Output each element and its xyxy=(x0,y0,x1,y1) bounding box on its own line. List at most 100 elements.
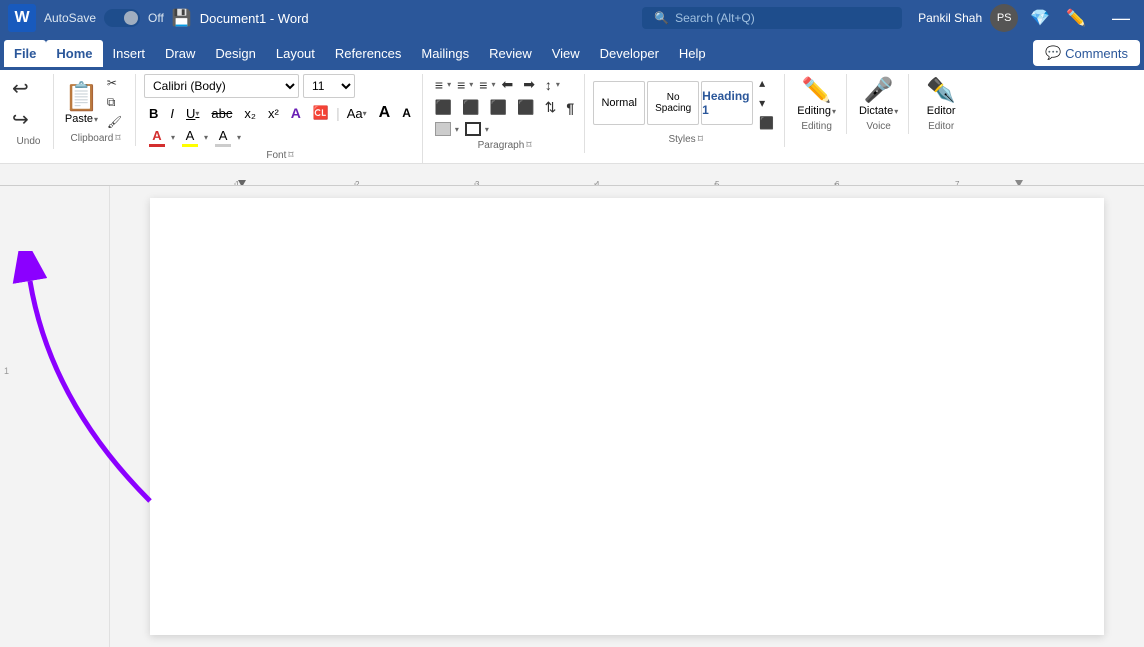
increase-indent-button[interactable]: ➡ xyxy=(519,74,539,95)
user-avatar[interactable]: PS xyxy=(990,4,1018,32)
shading-dropdown[interactable]: ▾ xyxy=(237,133,241,142)
paragraph-expand-icon[interactable]: ⌑ xyxy=(526,140,531,151)
clear-formatting-button[interactable]: 🆑 xyxy=(308,102,334,124)
undo-group-label: Undo xyxy=(17,136,41,147)
minimize-button[interactable]: — xyxy=(1106,8,1136,29)
highlight-button[interactable]: A xyxy=(177,126,203,148)
dictate-dropdown-arrow[interactable]: ▾ xyxy=(894,107,898,116)
italic-button[interactable]: I xyxy=(165,102,179,124)
borders-dropdown[interactable]: ▾ xyxy=(485,125,489,134)
shading-para-dropdown[interactable]: ▾ xyxy=(455,125,459,134)
editing-label: Editing ▾ xyxy=(797,105,836,117)
shading-color-button[interactable]: A xyxy=(210,126,236,148)
show-hide-button[interactable]: ¶ xyxy=(562,98,578,118)
subscript-button[interactable]: x₂ xyxy=(239,102,261,124)
bullets-dropdown[interactable]: ▾ xyxy=(447,80,451,89)
autosave-toggle[interactable] xyxy=(104,9,140,27)
editor-label: Editor xyxy=(927,105,956,117)
align-center-button[interactable]: ⬛ xyxy=(458,97,483,118)
multilevel-dropdown[interactable]: ▾ xyxy=(491,80,495,89)
dictate-icon: 🎤 xyxy=(864,76,894,105)
document-area: 1 2 xyxy=(0,186,1144,647)
menu-draw[interactable]: Draw xyxy=(155,40,205,67)
copy-button[interactable]: ⧉ xyxy=(103,93,126,112)
sort-button[interactable]: ⇅ xyxy=(541,97,561,118)
shrink-font-button[interactable]: A xyxy=(397,102,416,124)
menu-developer[interactable]: Developer xyxy=(590,40,669,67)
paste-button[interactable]: 📋 Paste ▾ xyxy=(62,78,101,127)
format-painter-button[interactable]: 🖌 xyxy=(103,113,126,131)
justify-button[interactable]: ⬛ xyxy=(513,97,538,118)
menu-references[interactable]: References xyxy=(325,40,411,67)
multilevel-button[interactable]: ≡ xyxy=(475,75,491,95)
style-heading1[interactable]: Heading 1 xyxy=(701,81,753,125)
bullets-button[interactable]: ≡ xyxy=(431,75,447,95)
style-no-spacing[interactable]: No Spacing xyxy=(647,81,699,125)
paste-dropdown-arrow[interactable]: ▾ xyxy=(94,115,98,124)
font-family-select[interactable]: Calibri (Body) xyxy=(144,74,299,98)
style-normal[interactable]: Normal xyxy=(593,81,645,125)
numbering-button[interactable]: ≡ xyxy=(453,75,469,95)
menu-view[interactable]: View xyxy=(542,40,590,67)
menu-insert[interactable]: Insert xyxy=(103,40,156,67)
paste-label: Paste ▾ xyxy=(65,113,98,125)
styles-down-button[interactable]: ▾ xyxy=(755,94,778,112)
clipboard-expand-icon[interactable]: ⌑ xyxy=(115,133,120,144)
diamond-icon[interactable]: 💎 xyxy=(1026,8,1054,28)
dictate-button[interactable]: 🎤 Dictate ▾ xyxy=(855,74,902,119)
document-page[interactable] xyxy=(150,198,1104,635)
menu-mailings[interactable]: Mailings xyxy=(411,40,479,67)
redo-button[interactable]: ↪ xyxy=(10,105,31,134)
font-color-dropdown[interactable]: ▾ xyxy=(171,133,175,142)
highlight-dropdown[interactable]: ▾ xyxy=(204,133,208,142)
grow-font-button[interactable]: A xyxy=(374,102,396,124)
menu-help[interactable]: Help xyxy=(669,40,716,67)
comments-button[interactable]: 💬 Comments xyxy=(1033,40,1140,66)
save-icon[interactable]: 💾 xyxy=(172,8,192,28)
editor-button[interactable]: ✒️ Editor xyxy=(917,74,965,119)
editor-group-label: Editor xyxy=(928,121,954,132)
editor-icon: ✒️ xyxy=(926,76,956,105)
font-expand-icon[interactable]: ⌑ xyxy=(288,150,293,161)
voice-group-label: Voice xyxy=(866,121,890,132)
change-case-button[interactable]: Aa▾ xyxy=(342,102,372,124)
superscript-button[interactable]: x² xyxy=(263,102,284,124)
search-input[interactable] xyxy=(675,11,875,25)
borders-button[interactable] xyxy=(461,120,485,138)
undo-button[interactable]: ↩ xyxy=(10,74,31,103)
format-painter-icon: 🖌 xyxy=(107,115,122,129)
editing-button[interactable]: ✏️ Editing ▾ xyxy=(793,74,840,119)
bold-button[interactable]: B xyxy=(144,102,163,124)
editing-group-label: Editing xyxy=(801,121,832,132)
align-right-button[interactable]: ⬛ xyxy=(486,97,511,118)
line-spacing-button[interactable]: ↕ xyxy=(541,75,556,95)
shading-button[interactable] xyxy=(431,120,455,138)
font-color-button[interactable]: A xyxy=(144,126,170,148)
menu-review[interactable]: Review xyxy=(479,40,542,67)
font-size-select[interactable]: 11 xyxy=(303,74,355,98)
underline-button[interactable]: U▾ xyxy=(181,102,204,124)
align-left-button[interactable]: ⬛ xyxy=(431,97,456,118)
text-effects-button[interactable]: A xyxy=(286,102,306,124)
editing-dropdown-arrow[interactable]: ▾ xyxy=(832,107,836,116)
editor-group: ✒️ Editor Editor xyxy=(911,74,971,134)
strikethrough-button[interactable]: abc xyxy=(206,102,237,124)
dictate-label: Dictate ▾ xyxy=(859,105,898,117)
styles-expand-icon[interactable]: ⌑ xyxy=(698,134,703,145)
ruler: 1 2 3 4 5 6 7 xyxy=(0,164,1144,186)
menu-home[interactable]: Home xyxy=(46,40,102,67)
underline-dropdown-arrow[interactable]: ▾ xyxy=(195,109,199,118)
menu-layout[interactable]: Layout xyxy=(266,40,325,67)
ribbon: ↩ ↪ Undo 📋 Paste ▾ xyxy=(0,70,1144,164)
decrease-indent-button[interactable]: ⬅ xyxy=(497,74,517,95)
menu-design[interactable]: Design xyxy=(205,40,265,67)
menu-file[interactable]: File xyxy=(4,40,46,67)
search-bar[interactable]: 🔍 xyxy=(642,7,902,29)
voice-group: 🎤 Dictate ▾ Voice xyxy=(849,74,909,134)
pen-icon[interactable]: ✏️ xyxy=(1062,8,1090,28)
styles-up-button[interactable]: ▴ xyxy=(755,74,778,92)
line-spacing-dropdown[interactable]: ▾ xyxy=(556,80,560,89)
numbering-dropdown[interactable]: ▾ xyxy=(469,80,473,89)
styles-more-button[interactable]: ⬛ xyxy=(755,114,778,132)
cut-button[interactable]: ✂ xyxy=(103,74,126,92)
